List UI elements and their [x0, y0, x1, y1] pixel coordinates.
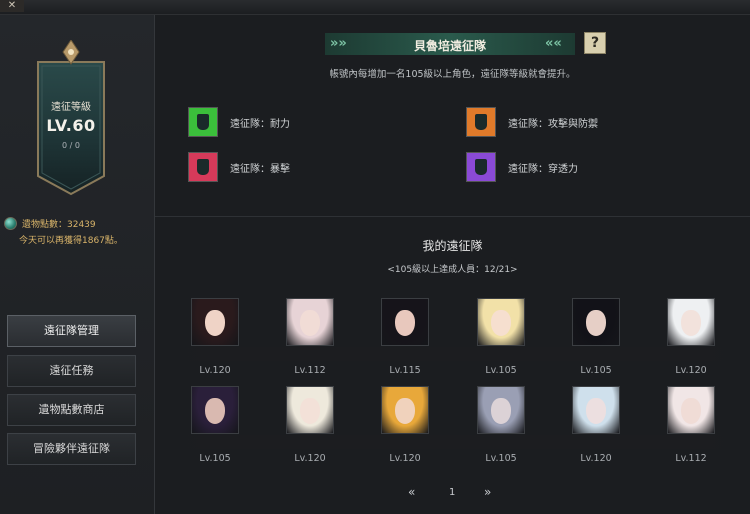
page-title: 貝魯培遠征隊: [413, 39, 486, 53]
member-portrait[interactable]: [667, 386, 715, 434]
member-level: Lv.120: [294, 453, 326, 464]
member-level: Lv.115: [389, 365, 421, 376]
stat-critical: 遠征隊：暴擊: [188, 152, 290, 182]
member-level: Lv.105: [199, 453, 231, 464]
pager-prev-button[interactable]: «: [408, 485, 415, 499]
row-shadow: [175, 347, 735, 361]
party-count: <105級以上達成人員：12/21>: [387, 265, 518, 275]
top-strip: ✕: [0, 0, 750, 15]
face: [586, 310, 606, 336]
member-level: Lv.120: [675, 365, 707, 376]
nav-relic-shop[interactable]: 遺物點數商店: [7, 394, 136, 426]
help-button[interactable]: ?: [584, 32, 606, 54]
stat-label: 遠征隊：穿透力: [508, 163, 578, 175]
green-armor-icon: [188, 107, 218, 137]
nav-expedition-missions[interactable]: 遠征任務: [7, 355, 136, 387]
nav-expedition-management[interactable]: 遠征隊管理: [7, 315, 136, 347]
member-level: Lv.112: [294, 365, 326, 376]
member-level: Lv.105: [485, 365, 517, 376]
stat-stamina: 遠征隊：耐力: [188, 107, 290, 137]
face: [491, 398, 511, 424]
member-portrait[interactable]: [477, 386, 525, 434]
face: [395, 310, 415, 336]
subtitle: 帳號內每增加一名105級以上角色，遠征隊等級就會提升。: [329, 69, 576, 80]
member-portrait[interactable]: [572, 386, 620, 434]
expedition-level: LV.60: [46, 116, 96, 135]
close-button[interactable]: ✕: [0, 0, 24, 12]
member-portrait[interactable]: [381, 298, 429, 346]
face: [205, 310, 225, 336]
purple-armor-icon: [466, 152, 496, 182]
stat-label: 遠征隊：耐力: [230, 118, 290, 130]
stat-label: 遠征隊：暴擊: [230, 163, 290, 175]
member-portrait[interactable]: [477, 298, 525, 346]
expedition-level-title: 遠征等級: [51, 102, 91, 113]
face: [491, 310, 511, 336]
row-shadow: [175, 435, 735, 449]
relic-points-row: 遺物點數：32439: [4, 217, 96, 230]
member-level: Lv.112: [675, 453, 707, 464]
member-level: Lv.105: [580, 365, 612, 376]
member-portrait[interactable]: [286, 386, 334, 434]
party-title: 我的遠征隊: [422, 239, 483, 253]
member-level: Lv.105: [485, 453, 517, 464]
face: [681, 310, 701, 336]
face: [300, 398, 320, 424]
orange-armor-icon: [466, 107, 496, 137]
divider: [155, 216, 750, 217]
stat-penetration: 遠征隊：穿透力: [466, 152, 578, 182]
member-portrait[interactable]: [572, 298, 620, 346]
member-portrait[interactable]: [667, 298, 715, 346]
pager-next-button[interactable]: »: [484, 485, 491, 499]
face: [681, 398, 701, 424]
face: [300, 310, 320, 336]
face: [586, 398, 606, 424]
member-portrait[interactable]: [286, 298, 334, 346]
stat-attack-defense: 遠征隊：攻擊與防禦: [466, 107, 598, 137]
member-portrait[interactable]: [191, 386, 239, 434]
expedition-progress: 0 / 0: [62, 141, 80, 150]
relic-coin-icon: [4, 217, 17, 230]
face: [395, 398, 415, 424]
member-level: Lv.120: [580, 453, 612, 464]
pager-current-page: 1: [449, 487, 456, 498]
nav-companion-expedition[interactable]: 冒險夥伴遠征隊: [7, 433, 136, 465]
member-portrait[interactable]: [381, 386, 429, 434]
member-level: Lv.120: [389, 453, 421, 464]
red-armor-icon: [188, 152, 218, 182]
stat-label: 遠征隊：攻擊與防禦: [508, 118, 598, 130]
relic-points-note: 今天可以再獲得1867點。: [19, 236, 123, 246]
member-portrait[interactable]: [191, 298, 239, 346]
face: [205, 398, 225, 424]
relic-points: 遺物點數：32439: [22, 220, 96, 230]
member-level: Lv.120: [199, 365, 231, 376]
